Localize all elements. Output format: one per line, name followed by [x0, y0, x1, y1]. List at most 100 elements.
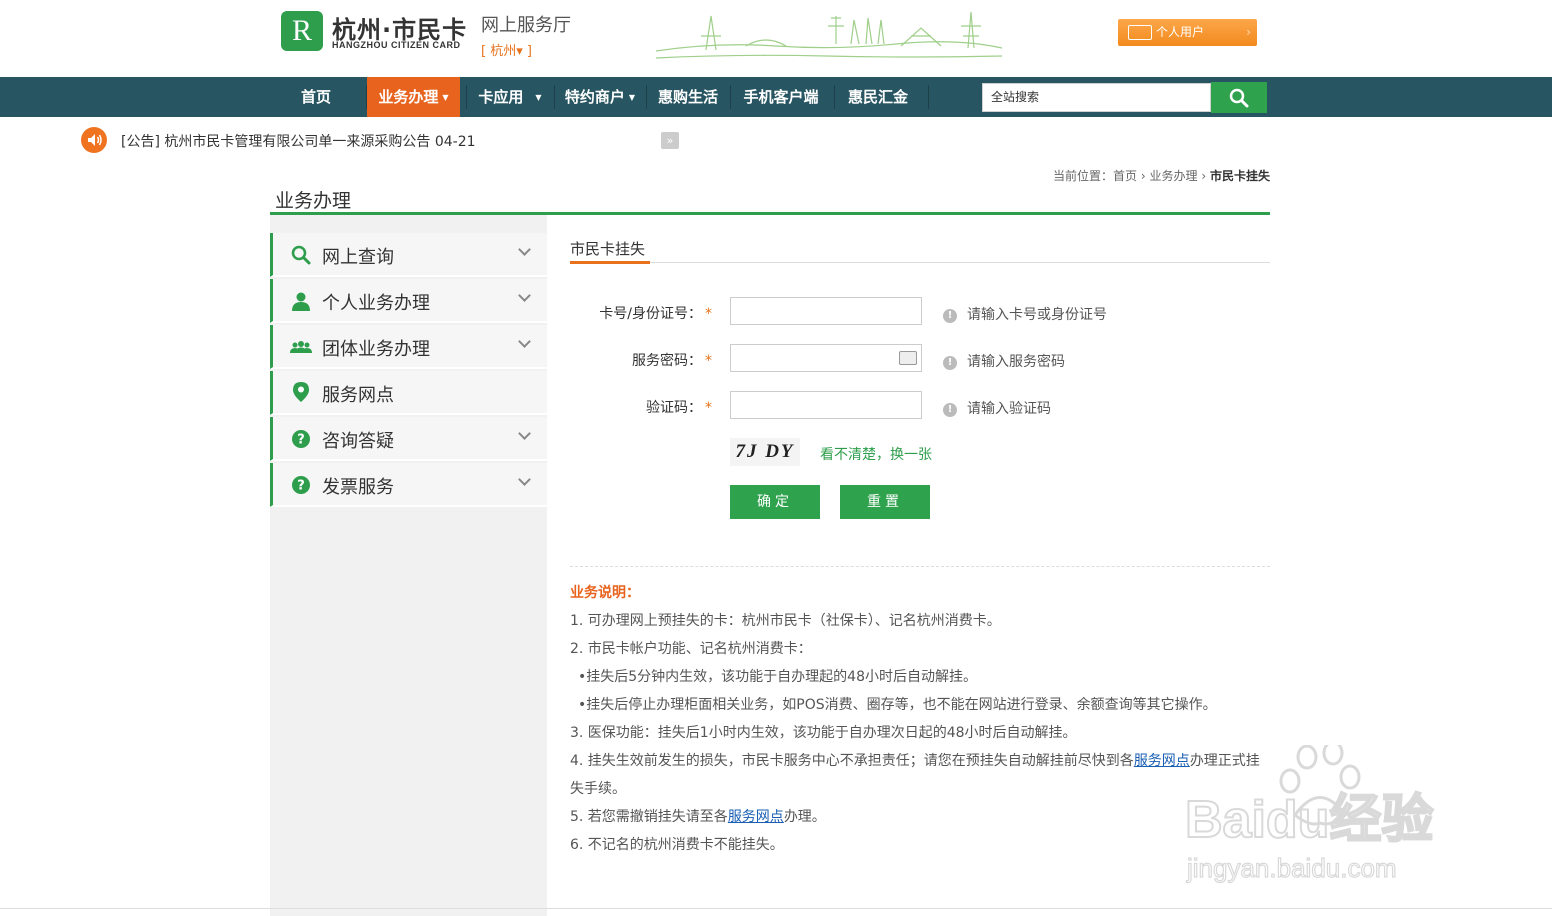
- chevron-down-icon: [518, 473, 531, 486]
- personal-user-button[interactable]: 个人用户 ›: [1118, 19, 1257, 46]
- captcha-label-text: 验证码：: [646, 400, 702, 416]
- search-input[interactable]: 全站搜索: [982, 83, 1211, 112]
- sidebar-item-group-business[interactable]: 团体业务办理: [270, 325, 547, 369]
- person-icon: [292, 292, 310, 311]
- svg-text:?: ?: [297, 479, 305, 494]
- note-item: 6. 不记名的杭州消费卡不能挂失。: [570, 837, 784, 853]
- breadcrumb-separator: ›: [1201, 169, 1207, 183]
- sidebar-item-label: 个人业务办理: [322, 293, 430, 314]
- nav-label: 特约商户: [564, 88, 625, 106]
- group-icon: [290, 341, 312, 353]
- submit-button[interactable]: 确定: [730, 485, 820, 519]
- nav-divider: [834, 85, 835, 109]
- sidebar-item-label: 咨询答疑: [322, 431, 394, 452]
- nav-merchants[interactable]: 特约商户 ▼: [558, 77, 642, 117]
- breadcrumb-current: 市民卡挂失: [1209, 169, 1270, 183]
- watermark-url: jingyan.baidu.com: [1186, 853, 1397, 883]
- nav-divider: [730, 85, 731, 109]
- breadcrumb-prefix: 当前位置：: [1053, 169, 1114, 183]
- nav-divider: [928, 85, 929, 109]
- city-selector[interactable]: [ 杭州▾ ]: [481, 40, 532, 59]
- note-item: 2. 市民卡帐户功能、记名杭州消费卡：: [570, 641, 812, 657]
- sidebar-item-invoice-service[interactable]: ? 发票服务: [270, 463, 547, 507]
- nav-shopping[interactable]: 惠购生活: [650, 77, 726, 117]
- nav-divider: [554, 85, 555, 109]
- keyboard-icon[interactable]: [899, 351, 917, 365]
- required-mark: *: [705, 400, 712, 416]
- nav-card-app[interactable]: 卡应用 ▼: [470, 77, 550, 117]
- nav-finance[interactable]: 惠民汇金: [838, 77, 918, 117]
- breadcrumb-home[interactable]: 首页: [1113, 169, 1137, 183]
- info-icon: !: [943, 309, 957, 323]
- password-input[interactable]: [730, 344, 922, 372]
- breadcrumb-section[interactable]: 业务办理: [1150, 169, 1198, 183]
- nav-label: 惠购生活: [657, 88, 718, 106]
- nav-label: 业务办理: [378, 88, 439, 106]
- sidebar-item-online-query[interactable]: 网上查询: [270, 233, 547, 277]
- note-item: 3. 医保功能：挂失后1小时内生效，该功能于自办理次日起的48小时后自动解挂。: [570, 725, 1077, 741]
- next-announcement-icon[interactable]: »: [661, 132, 679, 149]
- chevron-down-icon: [518, 289, 531, 302]
- sidebar-item-label: 发票服务: [322, 477, 394, 498]
- site-subtitle: 网上服务厅: [481, 15, 571, 36]
- reset-button[interactable]: 重置: [840, 485, 930, 519]
- nav-business[interactable]: 业务办理 ▼: [367, 77, 460, 117]
- search-icon: [291, 245, 311, 265]
- captcha-hint-text: 请输入验证码: [967, 401, 1051, 417]
- announcement-link[interactable]: [公告] 杭州市民卡管理有限公司单一来源采购公告 04-21: [121, 131, 476, 151]
- breadcrumb-separator: ›: [1140, 169, 1146, 183]
- form-title: 市民卡挂失: [570, 240, 646, 258]
- chevron-right-icon: ›: [1246, 25, 1251, 39]
- required-mark: *: [705, 306, 712, 322]
- skyline-illustration-icon: [656, 11, 1002, 59]
- note-text: 办理。: [783, 809, 826, 825]
- form-title-divider: [570, 262, 1270, 263]
- sidebar-item-consult-faq[interactable]: ? 咨询答疑: [270, 417, 547, 461]
- search-button[interactable]: [1211, 82, 1267, 113]
- note-item: 4. 挂失生效前发生的损失，市民卡服务中心不承担责任；请您在预挂失自动解挂前尽快…: [570, 750, 1260, 770]
- captcha-label: 验证码： *: [552, 397, 712, 417]
- card-number-input[interactable]: [730, 297, 922, 325]
- nav-label: 首页: [300, 88, 331, 106]
- location-pin-icon: [293, 382, 309, 402]
- caret-down-icon: ▼: [442, 92, 449, 102]
- note-item: •挂失后停止办理柜面相关业务，如POS消费、圈存等，也不能在网站进行登录、余额查…: [578, 697, 1217, 713]
- sidebar-item-label: 团体业务办理: [322, 339, 430, 360]
- nav-label: 卡应用: [478, 88, 524, 106]
- captcha-image[interactable]: 7J DY: [730, 438, 800, 466]
- chevron-down-icon: [518, 335, 531, 348]
- captcha-input[interactable]: [730, 391, 922, 419]
- nav-home[interactable]: 首页: [284, 77, 348, 117]
- note-text: 5. 若您需撤销挂失请至各: [570, 809, 728, 825]
- card-number-hint: ! 请输入卡号或身份证号: [943, 304, 1107, 324]
- search-icon: [1229, 88, 1249, 108]
- nav-divider: [646, 85, 647, 109]
- sidebar-item-label: 网上查询: [322, 247, 394, 268]
- note-item: •挂失后5分钟内生效，该功能于自办理起的48小时后自动解挂。: [578, 669, 977, 685]
- caret-down-icon: ▼: [628, 92, 636, 102]
- refresh-captcha-link[interactable]: 看不清楚，换一张: [820, 444, 932, 464]
- svg-text:?: ?: [297, 433, 305, 448]
- main-nav: 首页 业务办理 ▼ 卡应用 ▼ 特约商户 ▼ 惠购生活 手机客户端 惠民汇金: [0, 77, 1552, 117]
- caret-down-icon: ▼: [535, 92, 542, 102]
- password-label: 服务密码： *: [552, 350, 712, 370]
- info-icon: !: [943, 356, 957, 370]
- logo-subtitle: HANGZHOU CITIZEN CARD: [332, 40, 461, 50]
- service-outlet-link[interactable]: 服务网点: [1134, 753, 1190, 769]
- id-card-icon: [1128, 25, 1152, 40]
- required-mark: *: [705, 353, 712, 369]
- note-item: 5. 若您需撤销挂失请至各服务网点办理。: [570, 806, 826, 826]
- note-text: 4. 挂失生效前发生的损失，市民卡服务中心不承担责任；请您在预挂失自动解挂前尽快…: [570, 753, 1134, 769]
- password-hint: ! 请输入服务密码: [943, 351, 1065, 371]
- page-title: 业务办理: [275, 190, 352, 212]
- card-number-label-text: 卡号/身份证号：: [599, 306, 702, 322]
- card-number-label: 卡号/身份证号： *: [552, 303, 712, 323]
- nav-mobile-client[interactable]: 手机客户端: [734, 77, 828, 117]
- service-outlet-link[interactable]: 服务网点: [728, 809, 784, 825]
- sidebar-item-personal-business[interactable]: 个人业务办理: [270, 279, 547, 323]
- speaker-icon: [81, 127, 107, 153]
- footer-divider: [0, 908, 1552, 909]
- sidebar-item-service-outlets[interactable]: 服务网点: [270, 371, 547, 415]
- notes-title: 业务说明：: [570, 585, 640, 601]
- logo-icon[interactable]: R: [281, 11, 323, 51]
